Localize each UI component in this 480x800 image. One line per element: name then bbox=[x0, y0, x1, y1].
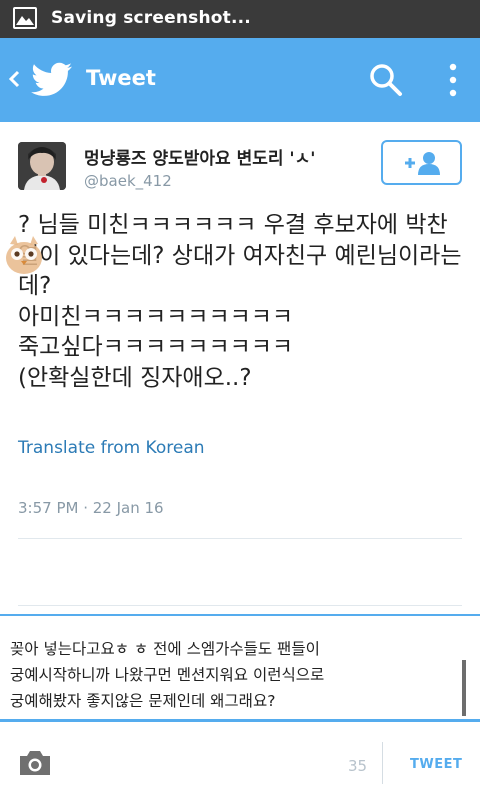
divider bbox=[18, 605, 462, 606]
tweet-button[interactable]: TWEET bbox=[410, 757, 462, 772]
tweet-user-handle[interactable]: @baek_412 bbox=[84, 172, 172, 190]
owl-sticker-icon bbox=[6, 236, 42, 274]
app-bar: Tweet bbox=[0, 38, 480, 122]
status-text: Saving screenshot... bbox=[51, 8, 251, 28]
tweet-text: ? 님들 미친ㅋㅋㅋㅋㅋㅋ 우결 후보자에 박찬열이 있다는데? 상대가 여자친… bbox=[18, 212, 462, 391]
more-vert-icon[interactable] bbox=[440, 60, 466, 100]
character-count: 35 bbox=[348, 757, 368, 775]
gallery-icon bbox=[13, 7, 37, 29]
status-bar: Saving screenshot... bbox=[0, 0, 480, 38]
divider bbox=[18, 538, 462, 539]
camera-icon[interactable] bbox=[18, 749, 52, 777]
app-bar-title: Tweet bbox=[86, 66, 156, 90]
search-icon[interactable] bbox=[368, 62, 404, 98]
follow-button[interactable] bbox=[381, 140, 462, 185]
reply-compose-field[interactable]: 꽂아 넣는다고요ㅎ ㅎ 전에 스엠가수들도 팬들이 궁예시작하니까 나왔구먼 멘… bbox=[0, 614, 480, 722]
follow-user-icon bbox=[405, 152, 440, 175]
compose-toolbar: 35 TWEET bbox=[0, 722, 480, 800]
divider bbox=[382, 742, 383, 784]
reply-text[interactable]: 꽂아 넣는다고요ㅎ ㅎ 전에 스엠가수들도 팬들이 궁예시작하니까 나왔구먼 멘… bbox=[10, 636, 460, 714]
back-icon[interactable] bbox=[6, 64, 22, 94]
translate-link[interactable]: Translate from Korean bbox=[18, 438, 205, 458]
twitter-bird-icon[interactable] bbox=[31, 62, 73, 98]
tweet-header: 멍냥룡즈 양도받아요 변도리 'ㅅ' @baek_412 bbox=[0, 122, 480, 202]
tweet-user-name[interactable]: 멍냥룡즈 양도받아요 변도리 'ㅅ' bbox=[84, 144, 315, 169]
tweet-timestamp: 3:57 PM · 22 Jan 16 bbox=[18, 499, 164, 517]
reply-scrollbar[interactable] bbox=[462, 660, 466, 716]
avatar[interactable] bbox=[18, 142, 66, 190]
